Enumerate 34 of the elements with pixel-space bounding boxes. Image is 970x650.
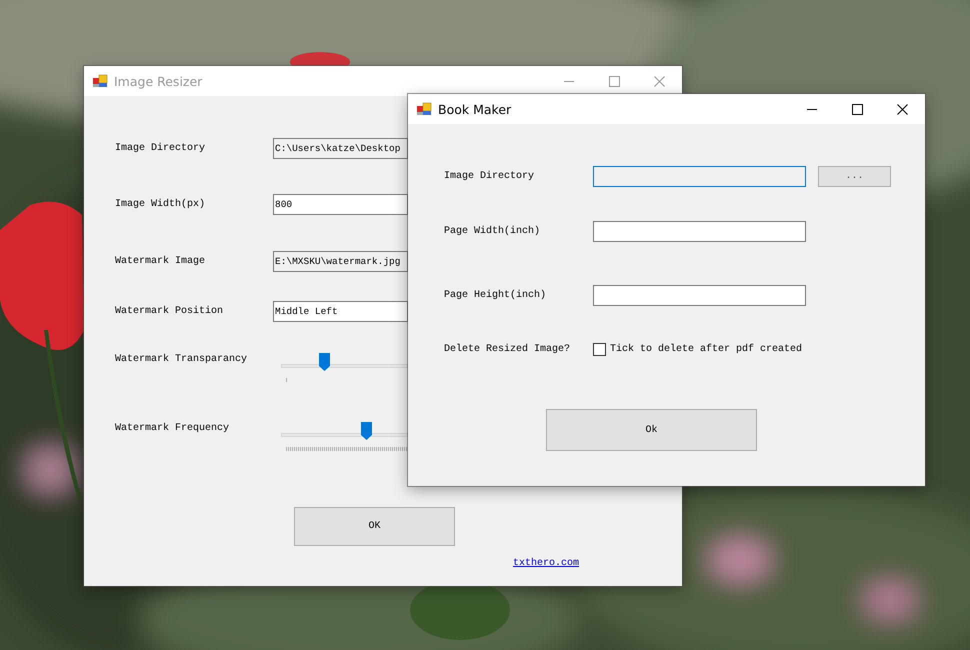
app-icon [92, 73, 108, 89]
window-title: Image Resizer [114, 74, 202, 88]
checkbox-text: Tick to delete after pdf created [610, 344, 802, 354]
tick-marks [286, 378, 287, 382]
close-icon [897, 104, 908, 114]
slider-thumb[interactable] [319, 353, 330, 371]
window-title: Book Maker [438, 102, 512, 116]
checkbox[interactable] [593, 342, 606, 356]
field-label: Image Width(px) [115, 198, 206, 210]
field-label: Page Width(inch) [444, 226, 542, 236]
input-field[interactable] [593, 166, 806, 186]
input-field[interactable]: C:\Users\katze\Desktop [273, 138, 408, 158]
input-field[interactable]: 800 [273, 194, 408, 214]
checkbox-label: Delete Resized Image? [444, 344, 572, 354]
browse-button[interactable]: ... [818, 166, 891, 186]
close-icon [654, 76, 665, 86]
ok-button[interactable]: Ok [546, 409, 757, 451]
field-label: Image Directory [444, 170, 536, 182]
app-icon [416, 101, 432, 117]
website-link[interactable]: txthero.com [513, 558, 580, 568]
input-field[interactable]: Middle Left [273, 300, 408, 322]
field-label: Watermark Image [115, 256, 206, 266]
field-label: Page Height(inch) [444, 290, 548, 300]
input-field[interactable] [593, 284, 806, 306]
slider-thumb[interactable] [361, 422, 372, 440]
maximize-icon [609, 76, 620, 86]
input-field[interactable] [593, 220, 806, 242]
ok-button[interactable]: OK [294, 507, 455, 546]
field-label: Image Directory [115, 142, 206, 154]
slider-label: Watermark Frequency [115, 423, 230, 434]
field-label: Watermark Position [115, 306, 224, 316]
slider-label: Watermark Transparancy [115, 354, 248, 365]
input-field[interactable]: E:\MXSKU\watermark.jpg [273, 250, 408, 272]
maximize-icon [852, 104, 863, 114]
